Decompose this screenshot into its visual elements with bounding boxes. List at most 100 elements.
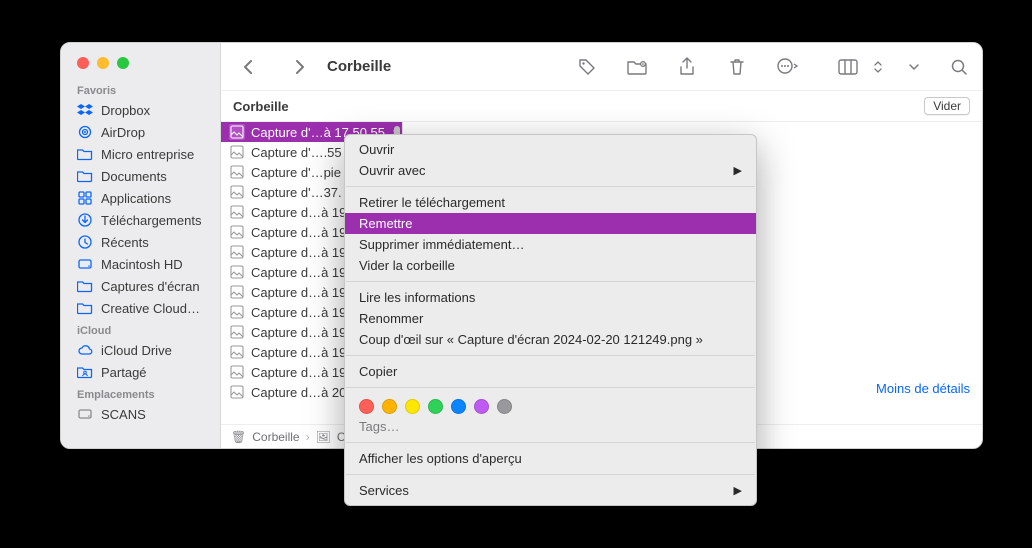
sidebar-item[interactable]: Applications [61, 187, 220, 209]
context-menu-label: Retirer le téléchargement [359, 195, 505, 210]
context-menu-item[interactable]: Remettre [345, 213, 756, 234]
sidebar-item-label: Macintosh HD [101, 257, 183, 272]
trash-icon[interactable] [726, 56, 748, 78]
context-menu-item[interactable]: Renommer [345, 308, 756, 329]
context-menu-item[interactable]: Lire les informations [345, 287, 756, 308]
context-menu-label: Vider la corbeille [359, 258, 455, 273]
context-menu-item[interactable]: Afficher les options d'aperçu [345, 448, 756, 469]
tag-color-dot[interactable] [382, 399, 397, 414]
tag-color-dot[interactable] [451, 399, 466, 414]
airdrop-icon [77, 124, 93, 140]
sidebar-item[interactable]: Micro entreprise [61, 143, 220, 165]
sidebar-item[interactable]: Macintosh HD [61, 253, 220, 275]
tag-icon[interactable] [576, 56, 598, 78]
context-menu-label: Lire les informations [359, 290, 475, 305]
sidebar-item[interactable]: Captures d'écran [61, 275, 220, 297]
view-columns-icon[interactable] [838, 56, 860, 78]
tag-color-dot[interactable] [428, 399, 443, 414]
minimize-window-button[interactable] [97, 57, 109, 69]
context-menu-item[interactable]: Vider la corbeille [345, 255, 756, 276]
separator [346, 387, 755, 388]
back-button[interactable] [237, 56, 259, 78]
sidebar-item[interactable]: Dropbox [61, 99, 220, 121]
context-menu-item[interactable]: Coup d'œil sur « Capture d'écran 2024-02… [345, 329, 756, 350]
download-icon [77, 212, 93, 228]
tag-color-dot[interactable] [474, 399, 489, 414]
file-image-icon [229, 244, 245, 260]
zoom-window-button[interactable] [117, 57, 129, 69]
separator [346, 474, 755, 475]
forward-button[interactable] [289, 56, 311, 78]
recent-icon [77, 234, 93, 250]
context-menu-item[interactable]: Supprimer immédiatement… [345, 234, 756, 255]
context-menu-label: Copier [359, 364, 397, 379]
chevron-right-icon: ▶ [734, 164, 742, 177]
window-title: Corbeille [327, 58, 391, 75]
chevron-down-icon[interactable] [908, 56, 920, 78]
sidebar-item[interactable]: Creative Cloud… [61, 297, 220, 319]
view-options-chevron-icon[interactable] [872, 56, 884, 78]
context-menu-label: Renommer [359, 311, 423, 326]
details-toggle-link[interactable]: Moins de détails [876, 381, 970, 396]
tag-color-dot[interactable] [405, 399, 420, 414]
file-image-icon [229, 304, 245, 320]
path-item[interactable]: Corbeille [252, 430, 299, 444]
chevron-right-icon: ▶ [734, 484, 742, 497]
sidebar-item[interactable]: AirDrop [61, 121, 220, 143]
sidebar-item-label: Partagé [101, 365, 147, 380]
sidebar-item[interactable]: iCloud Drive [61, 339, 220, 361]
separator [346, 442, 755, 443]
sidebar-item-label: AirDrop [101, 125, 145, 140]
sidebar-item[interactable]: SCANS [61, 403, 220, 425]
sidebar-section-title: iCloud [61, 319, 220, 339]
window-controls [61, 43, 220, 79]
trash-icon: 🗑 [231, 430, 246, 444]
file-image-icon [229, 344, 245, 360]
tag-color-dot[interactable] [497, 399, 512, 414]
context-menu: OuvrirOuvrir avec▶ Retirer le téléchargem… [344, 134, 757, 506]
separator [346, 186, 755, 187]
sidebar-item[interactable]: Récents [61, 231, 220, 253]
folder-icon [77, 300, 93, 316]
sidebar-item-label: Creative Cloud… [101, 301, 200, 316]
sidebar-item-label: Applications [101, 191, 171, 206]
sidebar-item-label: SCANS [101, 407, 146, 422]
image-icon: 🖼 [316, 430, 331, 444]
context-menu-item[interactable]: Copier [345, 361, 756, 382]
folder-action-icon[interactable] [626, 56, 648, 78]
file-image-icon [229, 284, 245, 300]
location-label: Corbeille [233, 99, 289, 114]
sidebar-item[interactable]: Documents [61, 165, 220, 187]
context-menu-item[interactable]: Ouvrir avec▶ [345, 160, 756, 181]
context-menu-item[interactable]: Tags… [345, 416, 756, 437]
search-icon[interactable] [948, 56, 970, 78]
sidebar-item-label: Captures d'écran [101, 279, 200, 294]
context-menu-label: Tags… [359, 419, 399, 434]
context-menu-item[interactable]: Services▶ [345, 480, 756, 501]
file-image-icon [229, 124, 245, 140]
context-menu-item[interactable]: Ouvrir [345, 139, 756, 160]
share-icon[interactable] [676, 56, 698, 78]
disk-gray-icon [77, 406, 93, 422]
file-image-icon [229, 384, 245, 400]
separator [346, 355, 755, 356]
file-image-icon [229, 264, 245, 280]
file-image-icon [229, 184, 245, 200]
context-menu-item[interactable]: Retirer le téléchargement [345, 192, 756, 213]
tag-color-dot[interactable] [359, 399, 374, 414]
more-icon[interactable] [776, 56, 798, 78]
sidebar-item[interactable]: Téléchargements [61, 209, 220, 231]
file-image-icon [229, 164, 245, 180]
empty-trash-button[interactable]: Vider [924, 97, 970, 115]
close-window-button[interactable] [77, 57, 89, 69]
file-image-icon [229, 324, 245, 340]
location-header: Corbeille Vider [221, 91, 982, 122]
tag-color-row [345, 393, 756, 416]
context-menu-label: Coup d'œil sur « Capture d'écran 2024-02… [359, 332, 703, 347]
sidebar-item[interactable]: Partagé [61, 361, 220, 383]
disk-icon [77, 256, 93, 272]
sidebar-section-title: Emplacements [61, 383, 220, 403]
file-image-icon [229, 204, 245, 220]
separator [346, 281, 755, 282]
sidebar: FavorisDropboxAirDropMicro entrepriseDoc… [61, 43, 221, 448]
